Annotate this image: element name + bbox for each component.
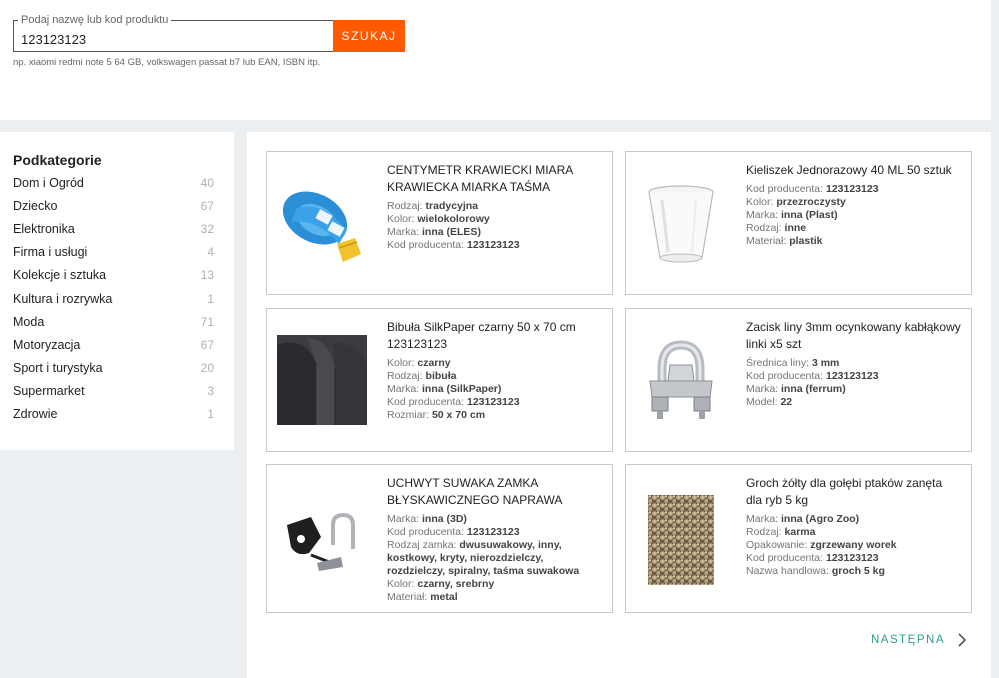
- product-attribute: Kolor: czarny, srebrny: [387, 578, 495, 590]
- product-attribute: Marka: inna (ferrum): [746, 383, 846, 395]
- yellow-peas-image[interactable]: [636, 495, 726, 585]
- product-card[interactable]: CENTYMETR KRAWIECKI MIARA KRAWIECKA MIAR…: [266, 151, 613, 295]
- subcategory-count: 71: [200, 314, 214, 329]
- search-panel: Podaj nazwę lub kod produktu SZUKAJ np. …: [0, 0, 991, 120]
- product-card[interactable]: UCHWYT SUWAKA ZAMKA BŁYSKAWICZNEGO NAPRA…: [266, 464, 613, 613]
- product-attribute: Marka: inna (Agro Zoo): [746, 513, 860, 525]
- subcategory-list: Dom i Ogród 40 Dziecko 67 Elektronika 32 Fi…: [13, 171, 214, 426]
- subcategory-count: 1: [207, 407, 214, 422]
- subcategory-item-sport-i-turystyka[interactable]: Sport i turystyka 20: [13, 357, 214, 380]
- product-attribute: Kolor: przezroczysty: [746, 196, 846, 208]
- search-hint: np. xiaomi redmi note 5 64 GB, volkswage…: [13, 57, 321, 68]
- subcategory-label: Moda: [13, 314, 45, 329]
- product-info: Bibuła SilkPaper czarny 50 x 70 cm 12312…: [387, 319, 602, 422]
- subcategory-item-elektronika[interactable]: Elektronika 32: [13, 217, 214, 240]
- product-attribute: Opakowanie: zgrzewany worek: [746, 539, 897, 551]
- product-attribute: Kod producenta: 123123123: [746, 183, 879, 195]
- product-attribute: Marka: inna (3D): [387, 513, 467, 525]
- subcategory-count: 67: [200, 198, 214, 213]
- next-page-link[interactable]: NASTĘPNA: [871, 632, 969, 648]
- product-title[interactable]: UCHWYT SUWAKA ZAMKA BŁYSKAWICZNEGO NAPRA…: [387, 475, 602, 509]
- product-attribute: Rodzaj: karma: [746, 526, 816, 538]
- subcategory-label: Kolekcje i sztuka: [13, 268, 107, 283]
- product-info: UCHWYT SUWAKA ZAMKA BŁYSKAWICZNEGO NAPRA…: [387, 475, 602, 604]
- product-attribute: Kod producenta: 123123123: [746, 370, 879, 382]
- product-attribute: Kolor: wielokolorowy: [387, 213, 490, 225]
- subcategory-label: Supermarket: [13, 384, 85, 399]
- subcategory-label: Dom i Ogród: [13, 175, 84, 190]
- product-attribute: Rodzaj: bibuła: [387, 370, 457, 382]
- product-card[interactable]: Zacisk liny 3mm ocynkowany kabłąkowy lin…: [625, 308, 972, 452]
- product-attribute: Rodzaj zamka: dwusuwakowy, inny, kostkow…: [387, 539, 580, 577]
- product-attribute: Kolor: czarny: [387, 357, 451, 369]
- subcategory-item-dziecko[interactable]: Dziecko 67: [13, 194, 214, 217]
- product-card[interactable]: Bibuła SilkPaper czarny 50 x 70 cm 12312…: [266, 308, 613, 452]
- subcategory-count: 1: [207, 291, 214, 306]
- subcategory-label: Sport i turystyka: [13, 361, 103, 376]
- subcategory-item-firma-i-uslugi[interactable]: Firma i usługi 4: [13, 241, 214, 264]
- product-card[interactable]: Kieliszek Jednorazowy 40 ML 50 sztuk Kod…: [625, 151, 972, 295]
- product-attribute: Rodzaj: inne: [746, 222, 807, 234]
- product-title[interactable]: Kieliszek Jednorazowy 40 ML 50 sztuk: [746, 162, 961, 179]
- product-title[interactable]: Bibuła SilkPaper czarny 50 x 70 cm 12312…: [387, 319, 602, 353]
- sidebar-title: Podkategorie: [13, 152, 102, 168]
- subcategory-item-dom-i-ogrod[interactable]: Dom i Ogród 40: [13, 171, 214, 194]
- tape-measure-image[interactable]: [277, 178, 367, 268]
- subcategory-count: 32: [200, 221, 214, 236]
- product-attribute: Kod producenta: 123123123: [387, 526, 520, 538]
- subcategory-label: Elektronika: [13, 221, 75, 236]
- subcategory-count: 13: [200, 268, 214, 283]
- subcategory-label: Motoryzacja: [13, 337, 81, 352]
- tissue-paper-image[interactable]: [277, 335, 367, 425]
- product-card[interactable]: Groch żółty dla gołębi ptaków zanęta dla…: [625, 464, 972, 613]
- subcategory-count: 4: [207, 245, 214, 260]
- product-title[interactable]: CENTYMETR KRAWIECKI MIARA KRAWIECKA MIAR…: [387, 162, 602, 196]
- next-page-label: NASTĘPNA: [871, 634, 945, 646]
- product-attribute: Rozmiar: 50 x 70 cm: [387, 409, 486, 421]
- wire-clamp-image[interactable]: [636, 335, 726, 425]
- subcategory-item-zdrowie[interactable]: Zdrowie 1: [13, 403, 214, 426]
- subcategory-count: 20: [200, 361, 214, 376]
- search-input[interactable]: [14, 21, 333, 51]
- plastic-cup-image[interactable]: [636, 178, 726, 268]
- product-attribute: Kod producenta: 123123123: [746, 552, 879, 564]
- product-title[interactable]: Zacisk liny 3mm ocynkowany kabłąkowy lin…: [746, 319, 961, 353]
- product-attribute: Model: 22: [746, 396, 793, 408]
- product-attribute: Materiał: plastik: [746, 235, 823, 247]
- product-info: Kieliszek Jednorazowy 40 ML 50 sztuk Kod…: [746, 162, 961, 248]
- product-attribute: Nazwa handlowa: groch 5 kg: [746, 565, 885, 577]
- chevron-right-icon: [958, 633, 967, 647]
- product-attribute: Marka: inna (ELES): [387, 226, 481, 238]
- subcategory-item-kolekcje-i-sztuka[interactable]: Kolekcje i sztuka 13: [13, 264, 214, 287]
- product-info: CENTYMETR KRAWIECKI MIARA KRAWIECKA MIAR…: [387, 162, 602, 252]
- search-button[interactable]: SZUKAJ: [333, 20, 405, 52]
- product-attribute: Materiał: metal: [387, 591, 458, 603]
- product-attribute: Kod producenta: 123123123: [387, 396, 520, 408]
- product-info: Groch żółty dla gołębi ptaków zanęta dla…: [746, 475, 961, 578]
- subcategory-count: 40: [200, 175, 214, 190]
- product-attribute: Marka: inna (Plast): [746, 209, 838, 221]
- subcategories-sidebar: Podkategorie Dom i Ogród 40 Dziecko 67 Ele…: [0, 132, 234, 450]
- subcategory-label: Zdrowie: [13, 407, 58, 422]
- zipper-slider-image[interactable]: [277, 495, 367, 585]
- subcategory-item-kultura-i-rozrywka[interactable]: Kultura i rozrywka 1: [13, 287, 214, 310]
- subcategory-item-moda[interactable]: Moda 71: [13, 310, 214, 333]
- product-attribute: Marka: inna (SilkPaper): [387, 383, 502, 395]
- product-attribute: Średnica liny: 3 mm: [746, 357, 840, 369]
- subcategory-count: 67: [200, 337, 214, 352]
- subcategory-label: Firma i usługi: [13, 245, 88, 260]
- product-attribute: Kod producenta: 123123123: [387, 239, 520, 251]
- subcategory-label: Kultura i rozrywka: [13, 291, 113, 306]
- product-info: Zacisk liny 3mm ocynkowany kabłąkowy lin…: [746, 319, 961, 409]
- search-field[interactable]: Podaj nazwę lub kod produktu: [13, 13, 333, 52]
- product-attribute: Rodzaj: tradycyjna: [387, 200, 479, 212]
- subcategory-count: 3: [207, 384, 214, 399]
- product-grid: CENTYMETR KRAWIECKI MIARA KRAWIECKA MIAR…: [247, 132, 991, 678]
- subcategory-item-motoryzacja[interactable]: Motoryzacja 67: [13, 333, 214, 356]
- product-title[interactable]: Groch żółty dla gołębi ptaków zanęta dla…: [746, 475, 961, 509]
- subcategory-item-supermarket[interactable]: Supermarket 3: [13, 380, 214, 403]
- subcategory-label: Dziecko: [13, 198, 58, 213]
